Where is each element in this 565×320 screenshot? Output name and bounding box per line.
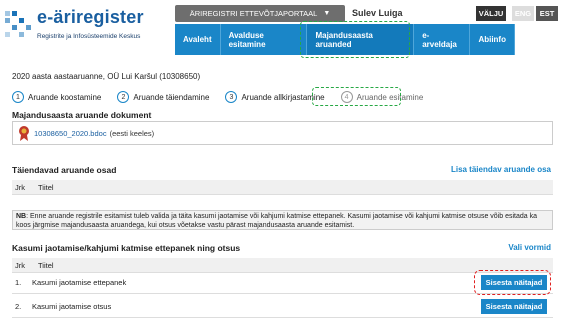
doc-section-title: Majandusaasta aruande dokument — [12, 110, 152, 120]
row-title: Kasumi jaotamise ettepanek — [32, 278, 127, 287]
doc-link[interactable]: 10308650_2020.bdoc — [34, 129, 107, 138]
highlight-step-4 — [312, 87, 401, 106]
highlight-nav-annual-reports — [300, 21, 410, 58]
supplement-section-title: Täiendavad aruande osad — [12, 165, 117, 175]
enter-values-button[interactable]: Sisesta näitajad — [481, 299, 547, 314]
add-supplement-link[interactable]: Lisa täiendav aruande osa — [451, 165, 551, 174]
note-text: : Enne aruande registrile esitamist tule… — [16, 213, 537, 229]
profit-table-header: Jrk Tiitel — [12, 258, 553, 273]
supplement-table-header: Jrk Tiitel — [12, 180, 553, 195]
logo-subtitle: Registrite ja Infosüsteemide Keskus — [37, 33, 141, 40]
report-subtitle: 2020 aasta aastaaruanne, OÜ Lui Karšul (… — [12, 72, 201, 81]
nav-item-home[interactable]: Avaleht — [175, 24, 221, 55]
col-tiitel: Tiitel — [38, 260, 54, 270]
choose-forms-link[interactable]: Vali vormid — [508, 243, 551, 252]
note-label: NB — [16, 213, 27, 220]
portal-dropdown-label: ÄRIREGISTRI ETTEVÕTJAPORTAAL — [189, 9, 318, 18]
portal-dropdown[interactable]: ÄRIREGISTRI ETTEVÕTJAPORTAAL ▼ — [175, 5, 345, 22]
row-title: Kasumi jaotamise otsus — [32, 302, 112, 311]
col-jrk: Jrk — [15, 182, 25, 192]
step-3[interactable]: 3 Aruande allkirjastamine — [225, 91, 325, 103]
user-name: Sulev Luiga — [352, 8, 403, 18]
table-row: 1. Kasumi jaotamise ettepanek Sisesta nä… — [12, 272, 553, 294]
logout-button[interactable]: VÄLJU — [476, 6, 506, 21]
step-3-number: 3 — [225, 91, 238, 103]
nav-item-e-accounting[interactable]: e-arveldaja — [414, 24, 471, 55]
step-2[interactable]: 2 Aruande täiendamine — [117, 91, 209, 103]
profit-section-title: Kasumi jaotamise/kahjumi katmise ettepan… — [12, 243, 241, 253]
step-1-number: 1 — [12, 91, 24, 103]
step-2-number: 2 — [117, 91, 130, 103]
lang-eng-button[interactable]: ENG — [512, 6, 534, 21]
table-row: 2. Kasumi jaotamise otsus Sisesta näitaj… — [12, 296, 553, 318]
logo-title: e-äriregister — [37, 7, 144, 27]
step-1-label: Aruande koostamine — [28, 92, 102, 102]
doc-box: 10308650_2020.bdoc (eesti keeles) — [12, 121, 553, 145]
row-number: 1. — [15, 278, 22, 287]
logo-squares-icon — [5, 11, 35, 41]
logo[interactable]: e-äriregister Registrite ja Infosüsteemi… — [5, 5, 165, 49]
nav-item-help[interactable]: Abiinfo — [470, 24, 515, 55]
signed-document-icon — [19, 126, 29, 141]
col-tiitel: Tiitel — [38, 182, 54, 192]
info-note: NB: Enne aruande registrile esitamist tu… — [12, 210, 553, 230]
doc-language: (eesti keeles) — [109, 128, 155, 138]
highlight-enter-values-button — [474, 270, 551, 295]
row-number: 2. — [15, 302, 22, 311]
step-2-label: Aruande täiendamine — [133, 92, 210, 102]
nav-item-application[interactable]: Avalduse esitamine — [221, 24, 308, 55]
step-1[interactable]: 1 Aruande koostamine — [12, 91, 101, 103]
chevron-down-icon: ▼ — [323, 10, 331, 17]
lang-est-button[interactable]: EST — [536, 6, 558, 21]
col-jrk: Jrk — [15, 260, 25, 270]
